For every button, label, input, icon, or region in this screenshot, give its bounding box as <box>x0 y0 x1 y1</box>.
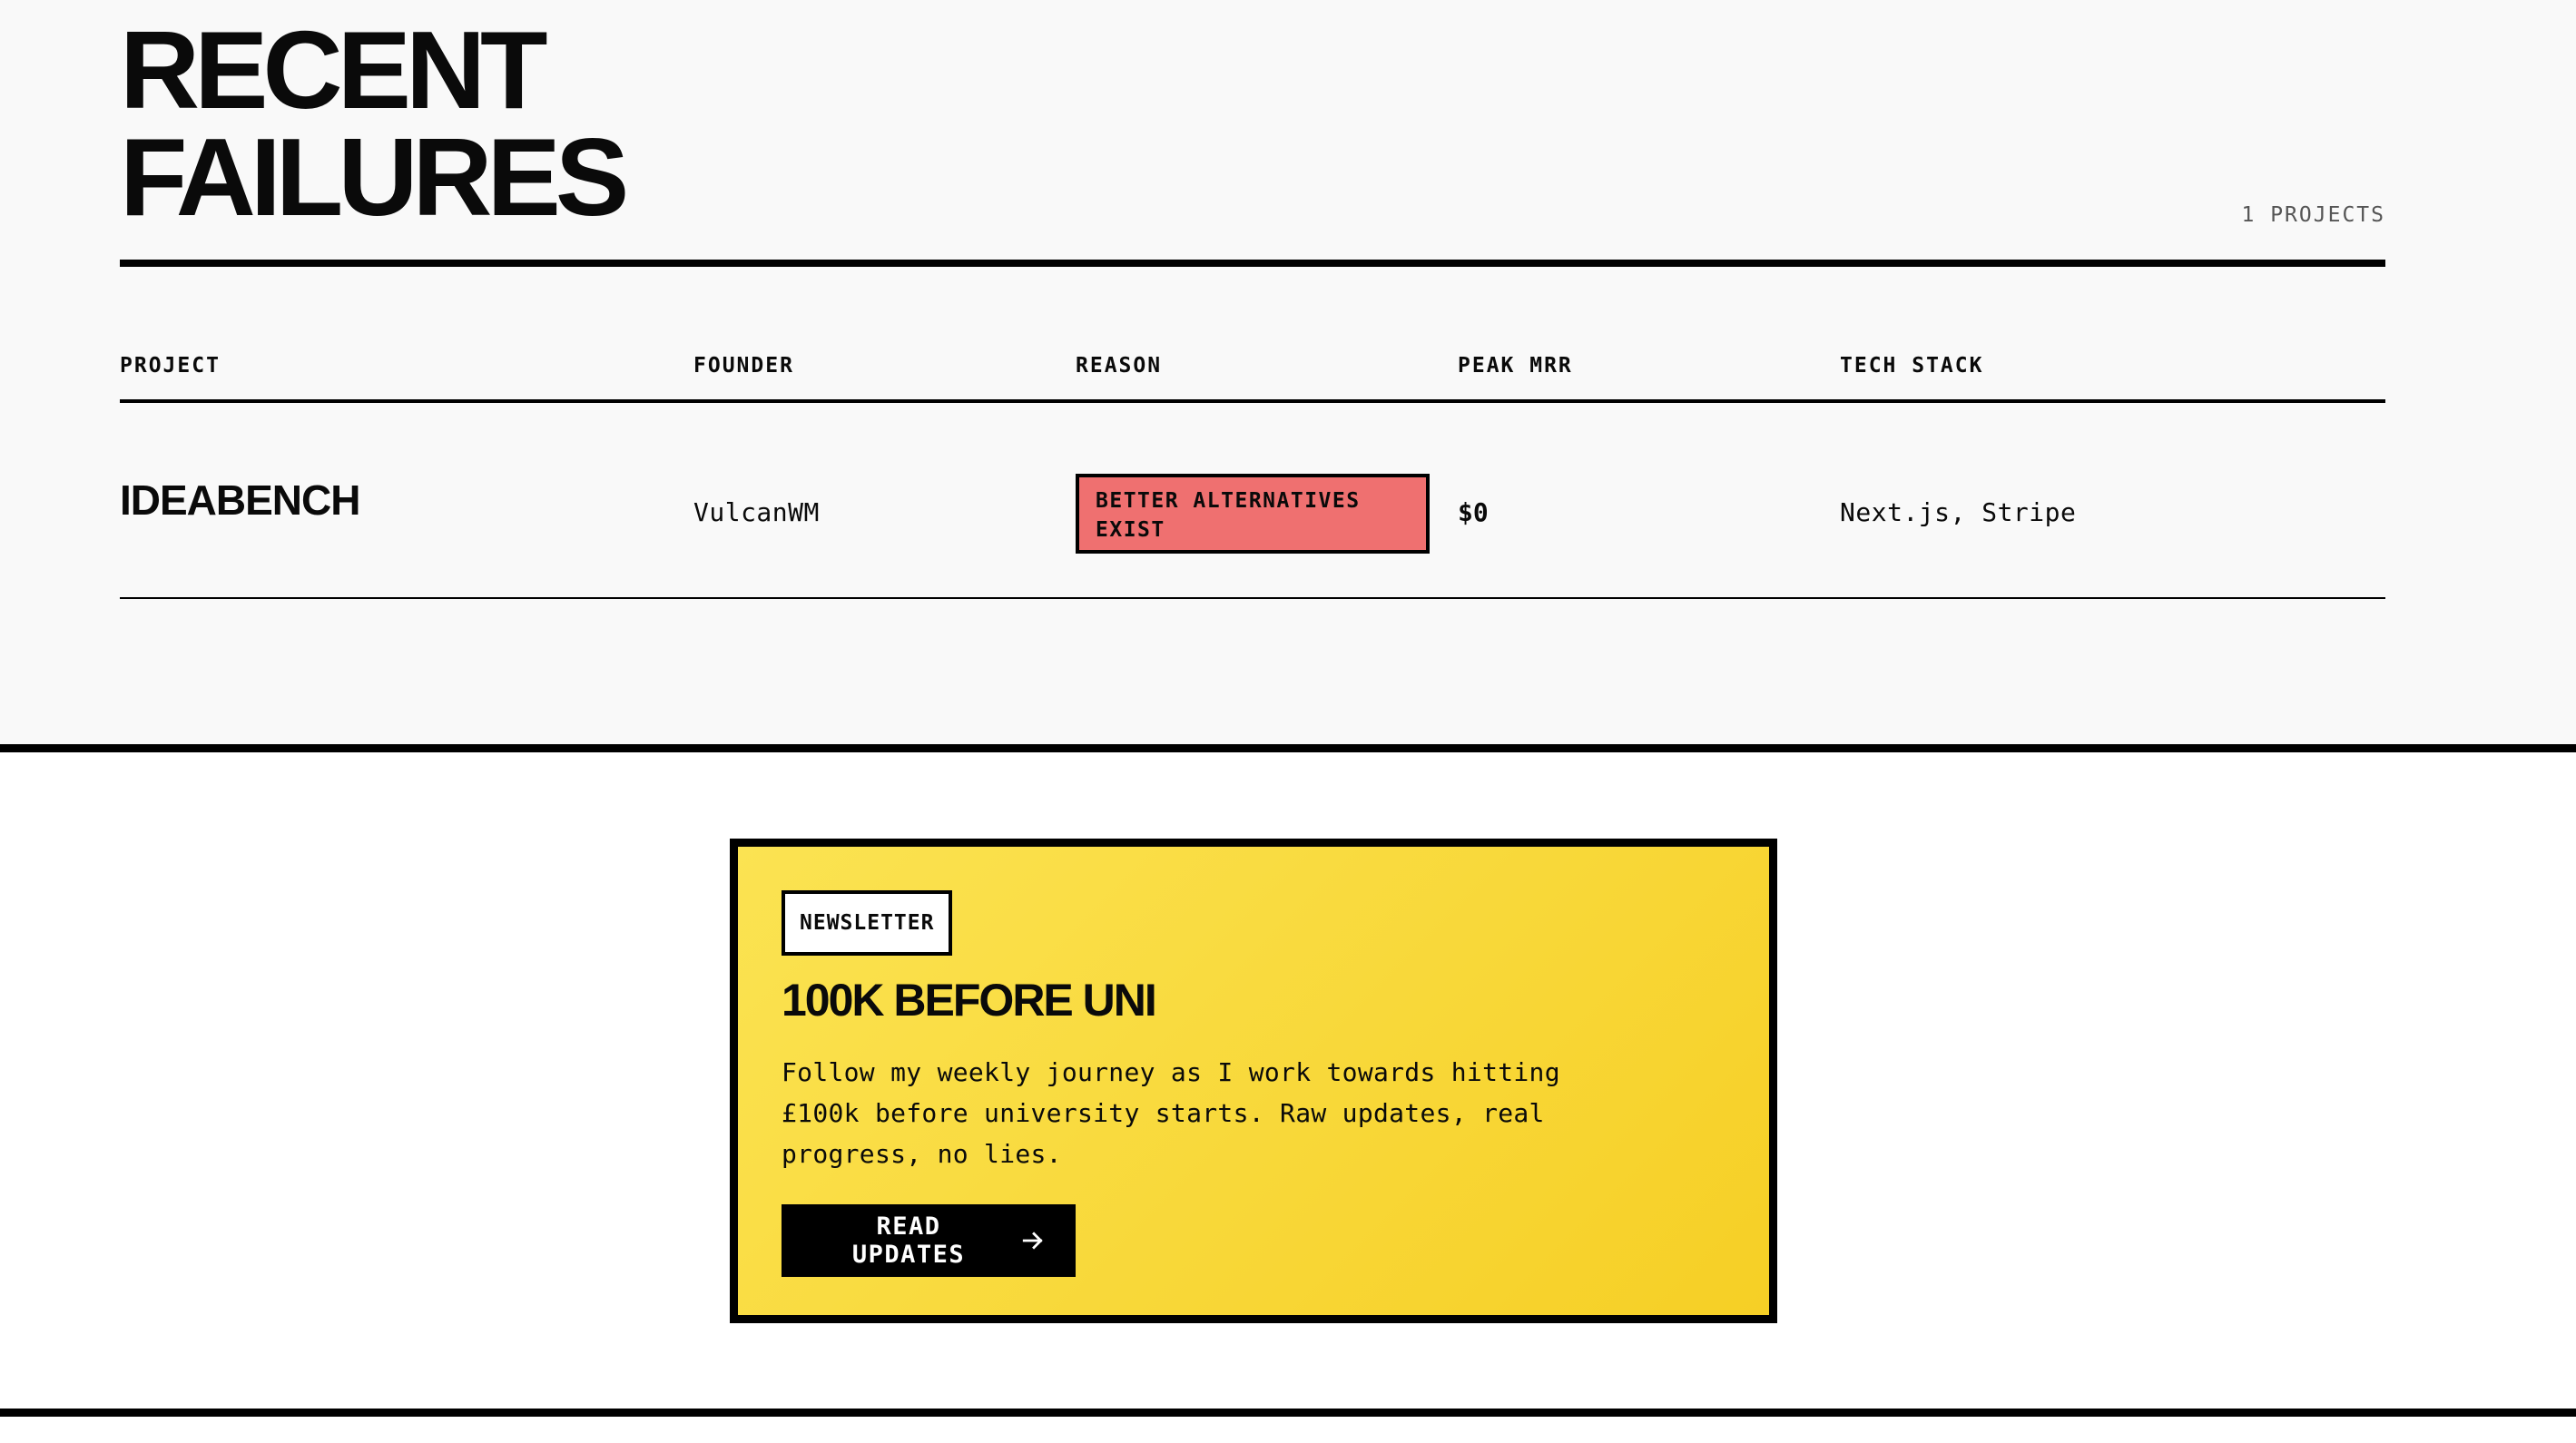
read-updates-button[interactable]: READ UPDATES <box>782 1204 1076 1277</box>
table-header: PROJECT FOUNDER REASON PEAK MRR TECH STA… <box>120 354 2385 403</box>
column-header-founder: FOUNDER <box>693 354 794 378</box>
title-line-2: FAILURES <box>120 115 629 239</box>
reason-badge: BETTER ALTERNATIVES EXIST <box>1076 474 1430 554</box>
peak-mrr-value: $0 <box>1458 497 1489 527</box>
table-row[interactable]: IDEABENCH VulcanWM BETTER ALTERNATIVES E… <box>120 403 2385 599</box>
recent-failures-section: RECENT FAILURES 1 PROJECTS PROJECT FOUND… <box>0 0 2576 752</box>
section-title: RECENT FAILURES <box>120 8 629 239</box>
read-updates-label: READ UPDATES <box>851 1212 966 1269</box>
founder-name: VulcanWM <box>693 497 820 527</box>
newsletter-title: 100K BEFORE UNI <box>782 975 1157 1026</box>
arrow-right-icon <box>1021 1229 1045 1252</box>
column-header-project: PROJECT <box>120 354 221 378</box>
tech-stack-value: Next.js, Stripe <box>1840 497 2077 527</box>
column-header-reason: REASON <box>1076 354 1163 378</box>
column-header-peak-mrr: PEAK MRR <box>1458 354 1573 378</box>
column-header-tech-stack: TECH STACK <box>1840 354 1984 378</box>
projects-count: 1 PROJECTS <box>2241 203 2385 227</box>
newsletter-description: Follow my weekly journey as I work towar… <box>782 1057 1560 1169</box>
title-divider <box>120 260 2385 267</box>
project-name[interactable]: IDEABENCH <box>120 476 360 525</box>
footer-divider <box>0 1409 2576 1417</box>
newsletter-card: NEWSLETTER 100K BEFORE UNI Follow my wee… <box>730 839 1777 1323</box>
title-line-1: RECENT <box>120 8 548 132</box>
newsletter-tag: NEWSLETTER <box>782 890 953 956</box>
